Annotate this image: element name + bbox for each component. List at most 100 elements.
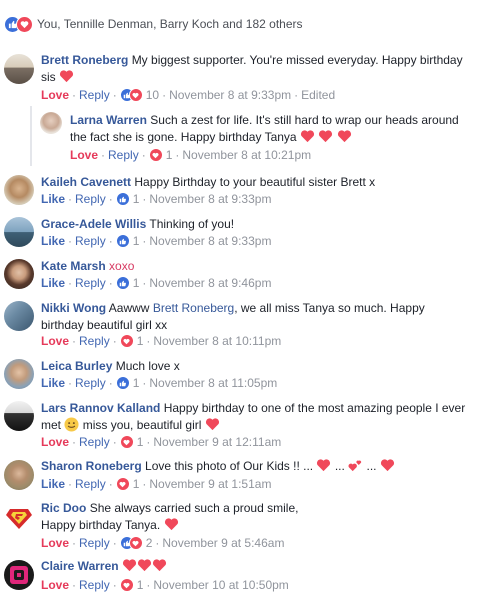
comment-timestamp[interactable]: November 9 at 12:11am xyxy=(153,435,281,449)
comment-author[interactable]: Larna Warren xyxy=(70,113,147,127)
comment-actions: Like · Reply · 1 · November 8 at 11:05pm xyxy=(41,376,278,390)
comment-body: Larna Warren Such a zest for life. It's … xyxy=(70,112,480,146)
avatar[interactable] xyxy=(4,359,34,389)
like-button[interactable]: Like xyxy=(41,276,65,290)
mention-link[interactable]: Brett Roneberg xyxy=(153,301,234,315)
reaction-count[interactable]: 1 xyxy=(119,334,143,348)
comment-author[interactable]: Ric Doo xyxy=(41,501,86,515)
reaction-count[interactable]: 1 xyxy=(119,578,143,592)
avatar[interactable] xyxy=(40,112,62,134)
like-reaction-icon xyxy=(115,234,130,248)
comment-body: Lars Rannov Kalland Happy birthday to on… xyxy=(41,400,486,434)
avatar[interactable] xyxy=(4,217,34,247)
comment-text: My biggest supporter. You're missed ever… xyxy=(131,53,463,67)
reaction-count[interactable]: 1 xyxy=(119,435,143,449)
comment-body: Ric Doo She always carried such a proud … xyxy=(41,500,481,534)
reply-button[interactable]: Reply xyxy=(75,192,106,206)
comment-author[interactable]: Nikki Wong xyxy=(41,301,106,315)
comment-text: met xyxy=(41,418,62,432)
comment-timestamp[interactable]: November 10 at 10:50pm xyxy=(153,578,288,592)
reaction-count[interactable]: 10 xyxy=(119,88,159,102)
comment-text: , we all miss Tanya so much. Happy xyxy=(234,301,425,315)
heart-emoji-icon xyxy=(205,418,219,431)
comment-actions: Love · Reply · 10 · November 8 at 9:33pm… xyxy=(41,88,336,102)
reply-button[interactable]: Reply xyxy=(75,376,106,390)
heart-emoji-icon xyxy=(59,70,74,83)
avatar[interactable] xyxy=(4,54,34,84)
avatar[interactable] xyxy=(4,460,34,490)
comment-author[interactable]: Kaileh Cavenett xyxy=(41,175,131,189)
avatar[interactable] xyxy=(4,175,34,205)
like-button[interactable]: Like xyxy=(41,477,65,491)
reply-button[interactable]: Reply xyxy=(79,334,110,348)
love-reaction-icon xyxy=(128,536,143,550)
like-button[interactable]: Like xyxy=(41,376,65,390)
comment-body: Sharon Roneberg Love this photo of Our K… xyxy=(41,458,486,475)
comment-timestamp[interactable]: November 8 at 9:33pm xyxy=(169,88,291,102)
heart-emoji-icon xyxy=(137,559,151,572)
love-button[interactable]: Love xyxy=(41,435,69,449)
comment-author[interactable]: Sharon Roneberg xyxy=(41,459,142,473)
avatar[interactable] xyxy=(4,401,34,431)
edited-label[interactable]: Edited xyxy=(301,88,335,102)
reactions-summary-text[interactable]: You, Tennille Denman, Barry Koch and 182… xyxy=(37,17,303,31)
comment-author[interactable]: Brett Roneberg xyxy=(41,53,128,67)
love-button[interactable]: Love xyxy=(41,536,69,550)
comment-timestamp[interactable]: November 8 at 9:46pm xyxy=(149,276,271,290)
avatar[interactable] xyxy=(4,301,34,331)
comment-author[interactable]: Claire Warren xyxy=(41,559,119,573)
comment-author[interactable]: Grace-Adele Willis xyxy=(41,217,146,231)
reply-button[interactable]: Reply xyxy=(108,148,139,162)
like-button[interactable]: Like xyxy=(41,234,65,248)
avatar[interactable] xyxy=(4,502,34,532)
reaction-count[interactable]: 1 xyxy=(115,376,139,390)
comment-actions: Like · Reply · 1 · November 8 at 9:46pm xyxy=(41,276,272,290)
love-reaction-icon xyxy=(128,88,143,102)
like-button[interactable]: Like xyxy=(41,192,65,206)
comment-text: miss you, beautiful girl xyxy=(82,418,202,432)
comment-author[interactable]: Kate Marsh xyxy=(41,259,106,273)
reaction-count[interactable]: 1 xyxy=(115,192,139,206)
comments-panel: You, Tennille Denman, Barry Koch and 182… xyxy=(0,0,490,598)
reply-button[interactable]: Reply xyxy=(75,477,106,491)
comment-timestamp[interactable]: November 8 at 11:05pm xyxy=(149,376,277,390)
reaction-count[interactable]: 2 xyxy=(119,536,152,550)
avatar[interactable] xyxy=(4,560,34,590)
reaction-count[interactable]: 1 xyxy=(115,276,139,290)
comment-actions: Love · Reply · 1 · November 8 at 10:11pm xyxy=(41,334,282,348)
love-button[interactable]: Love xyxy=(41,578,69,592)
comment-text: sis xyxy=(41,70,56,84)
heart-emoji-icon xyxy=(319,130,333,143)
reply-button[interactable]: Reply xyxy=(75,276,106,290)
avatar[interactable] xyxy=(4,259,34,289)
comment-timestamp[interactable]: November 9 at 1:51am xyxy=(149,477,271,491)
comment-timestamp[interactable]: November 8 at 10:11pm xyxy=(153,334,281,348)
comment-text: Happy birthday Tanya. xyxy=(41,518,161,532)
love-button[interactable]: Love xyxy=(41,334,69,348)
love-button[interactable]: Love xyxy=(70,148,98,162)
comment-actions: Like · Reply · 1 · November 9 at 1:51am xyxy=(41,477,272,491)
reaction-count[interactable]: 1 xyxy=(115,234,139,248)
reply-button[interactable]: Reply xyxy=(79,88,110,102)
reply-button[interactable]: Reply xyxy=(79,536,110,550)
reply-button[interactable]: Reply xyxy=(79,578,110,592)
comment-text: birthday beautiful girl xx xyxy=(41,318,168,332)
heart-emoji-icon xyxy=(164,518,178,531)
comment-timestamp[interactable]: November 8 at 10:21pm xyxy=(182,148,311,162)
heart-emoji-icon xyxy=(337,130,351,143)
reaction-count[interactable]: 1 xyxy=(148,148,172,162)
love-button[interactable]: Love xyxy=(41,88,69,102)
reply-button[interactable]: Reply xyxy=(79,435,110,449)
reaction-count[interactable]: 1 xyxy=(115,477,139,491)
comment-text: xoxo xyxy=(109,259,135,273)
comment-timestamp[interactable]: November 9 at 5:46am xyxy=(162,536,284,550)
comment-author[interactable]: Lars Rannov Kalland xyxy=(41,401,160,415)
comment-body: Grace-Adele Willis Thinking of you! xyxy=(41,216,481,233)
comment-timestamp[interactable]: November 8 at 9:33pm xyxy=(149,234,271,248)
comment-text: the fact she is gone. Happy birthday Tan… xyxy=(70,130,297,144)
reply-button[interactable]: Reply xyxy=(75,234,106,248)
comment-author[interactable]: Leica Burley xyxy=(41,359,112,373)
love-reaction-icon xyxy=(119,435,134,449)
reactions-summary[interactable]: You, Tennille Denman, Barry Koch and 182… xyxy=(4,14,303,34)
comment-timestamp[interactable]: November 8 at 9:33pm xyxy=(149,192,271,206)
